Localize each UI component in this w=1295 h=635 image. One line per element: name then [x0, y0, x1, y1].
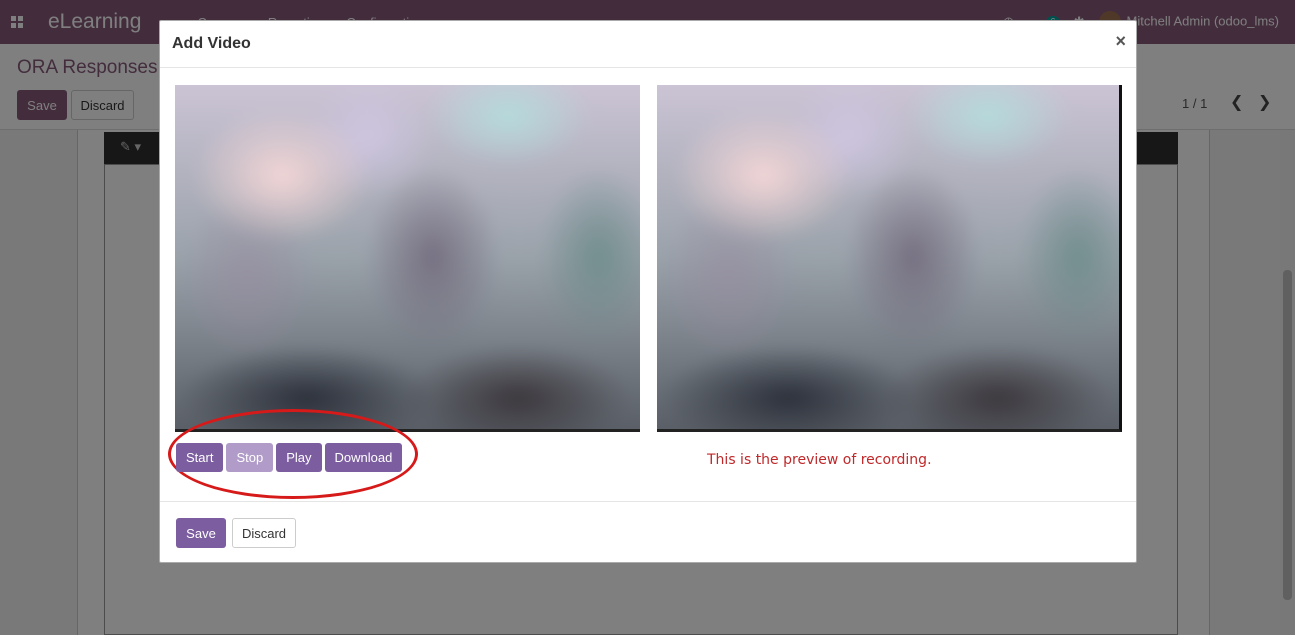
download-button[interactable]: Download [324, 443, 403, 472]
stop-button[interactable]: Stop [226, 443, 274, 472]
play-button[interactable]: Play [276, 443, 322, 472]
recording-preview-video[interactable] [657, 85, 1122, 432]
modal-header: Add Video × [160, 21, 1136, 68]
preview-caption: This is the preview of recording. [707, 452, 932, 468]
modal-title: Add Video [172, 35, 251, 52]
dialog-discard-button[interactable]: Discard [232, 518, 296, 548]
recording-controls: Start Stop Play Download [176, 443, 403, 472]
close-icon[interactable]: × [1115, 31, 1126, 52]
dialog-save-button[interactable]: Save [176, 518, 226, 548]
add-video-dialog: Add Video × Start Stop Play Download Thi… [159, 20, 1137, 563]
start-button[interactable]: Start [176, 443, 224, 472]
modal-footer: Save Discard [160, 501, 1136, 563]
camera-live-video [175, 85, 640, 432]
